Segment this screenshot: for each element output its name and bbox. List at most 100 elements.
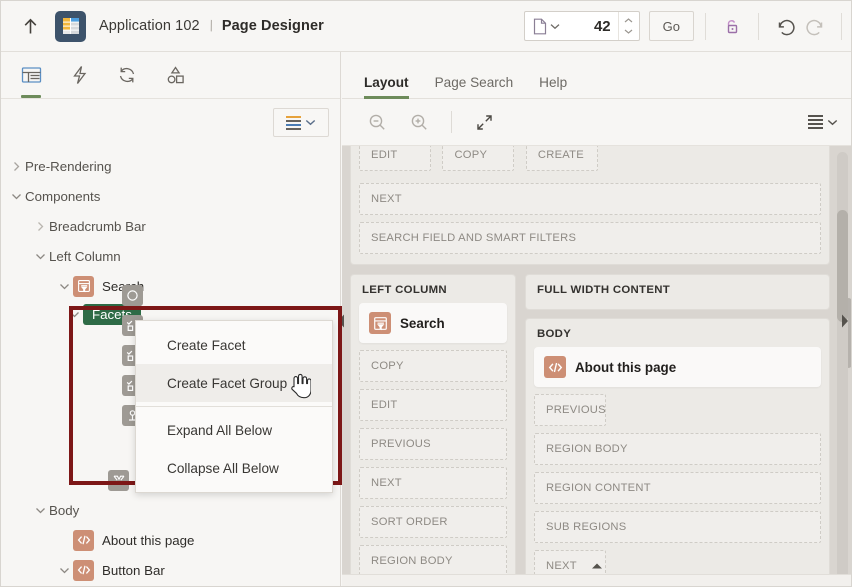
expand-diagonal-icon[interactable] [469,107,499,137]
redo-icon[interactable] [800,11,830,41]
tree-item-label: Components [25,188,101,204]
list-menu-icon [808,115,823,129]
tab-help[interactable]: Help [539,75,567,98]
page-designer-window: Application 102 \ Page Designer 42 Go Pr… [0,0,852,587]
top-toolbar-right: 42 Go [523,1,851,51]
layout-slot-region-body[interactable]: REGION BODY [534,433,821,465]
breadcrumb-application[interactable]: Application 102 [99,18,200,34]
application-grid-icon [55,10,86,42]
section-label-left-column: LEFT COLUMN [362,284,447,296]
collapse-right-icon[interactable] [840,313,850,334]
arrow-up-icon[interactable] [13,9,47,43]
tree-item-label: Pre-Rendering [25,158,112,174]
tree-item-button-bar[interactable]: Button Bar [1,555,340,585]
page-selector[interactable]: 42 [523,11,640,41]
left-column-group: LEFT COLUMN Search COPY EDIT PREVIOUS NE… [350,274,516,586]
layout-slot-sort-order[interactable]: SORT ORDER [359,506,507,538]
chevron-down-icon [550,23,560,29]
menu-item-create-facet[interactable]: Create Facet [136,326,332,364]
chevron-down-icon[interactable] [55,555,73,585]
chevron-down-icon[interactable] [55,271,73,301]
dynamic-actions-icon[interactable] [63,53,95,98]
breadcrumb: Application 102 \ Page Designer [99,17,324,35]
rendering-icon[interactable] [15,53,47,98]
chevron-down-icon[interactable] [7,181,25,211]
layout-slot-edit[interactable]: EDIT [359,389,507,421]
tree-item-label: About this page [102,532,195,548]
chevron-up-icon[interactable] [624,18,633,23]
layout-toolbar [342,99,851,146]
layout-options-button[interactable] [808,107,838,137]
layout-component-search[interactable]: Search [359,303,507,343]
processing-icon[interactable] [111,53,143,98]
tree-item-search[interactable]: Search [1,271,340,301]
layout-canvas[interactable]: EDIT COPY CREATE NEXT SEARCH FIELD AND S… [342,146,851,586]
layout-slot-sub-regions[interactable]: SUB REGIONS [534,511,821,543]
toolbar-divider [705,12,706,40]
zoom-in-icon[interactable] [404,107,434,137]
scroll-up-icon[interactable] [590,557,604,575]
chevron-right-icon[interactable] [31,211,49,241]
section-label-full-width-content: FULL WIDTH CONTENT [537,284,670,296]
layout-slot-next[interactable]: NEXT [359,183,821,215]
page-number-stepper[interactable] [617,12,639,40]
layout-right-column: FULL WIDTH CONTENT BODY About this page … [525,274,830,586]
menu-item-create-facet-group[interactable]: Create Facet Group [136,364,332,402]
collapse-left-icon[interactable] [336,313,346,334]
chevron-down-icon[interactable] [65,299,83,329]
layout-slot-copy[interactable]: COPY [359,350,507,382]
component-title: About this page [575,359,677,375]
layout-scrollbar-thumb[interactable] [837,210,848,322]
layout-slot-copy[interactable]: COPY [442,146,515,171]
search-region-icon [369,312,391,334]
tree-item-left-column[interactable]: Left Column [1,241,340,271]
layout-slot-create[interactable]: CREATE [525,146,598,171]
body-group: BODY About this page PREVIOUS REGION BOD… [525,318,830,586]
code-region-icon [544,356,566,378]
menu-separator [136,406,332,407]
tab-page-search[interactable]: Page Search [435,75,514,98]
zoom-out-icon[interactable] [362,107,392,137]
layout-slot-search-field-and-smart-filters[interactable]: SEARCH FIELD AND SMART FILTERS [359,222,821,254]
tree-item-body[interactable]: Body [1,495,340,525]
chevron-down-icon[interactable] [31,495,49,525]
code-region-icon [73,559,94,581]
layout-canvas-inner: EDIT COPY CREATE NEXT SEARCH FIELD AND S… [350,146,830,586]
layout-slot-previous[interactable]: PREVIOUS [534,394,606,426]
chevron-down-icon[interactable] [31,241,49,271]
tree-item-label: Left Column [49,248,121,264]
tree-item-about-this-page[interactable]: About this page [1,525,340,555]
menu-item-collapse-all-below[interactable]: Collapse All Below [136,449,332,487]
page-document-icon[interactable] [525,12,566,40]
rendering-tree-panel: Pre-Rendering Components Breadcrumb Bar [1,52,342,586]
shared-components-icon[interactable] [159,53,191,98]
unlock-icon[interactable] [717,11,747,41]
breadcrumb-separator: \ [206,17,216,35]
left-panel-icon-tabs [1,52,340,99]
facet-circle-icon [122,285,143,306]
layout-slot-previous[interactable]: PREVIOUS [359,428,507,460]
layout-slot-next[interactable]: NEXT [359,467,507,499]
tab-layout[interactable]: Layout [364,75,409,99]
search-region-icon [73,275,94,297]
tree-item-pre-rendering[interactable]: Pre-Rendering [1,151,340,181]
go-button[interactable]: Go [648,11,694,41]
tree-item-components[interactable]: Components [1,181,340,211]
layout-slot-region-body[interactable]: REGION BODY [359,545,507,577]
code-region-icon [73,529,94,551]
layout-component-about-this-page[interactable]: About this page [534,347,821,387]
page-item-icon [108,469,129,491]
chevron-down-icon[interactable] [624,29,633,34]
layout-vertical-scrollbar[interactable] [837,152,848,582]
chevron-right-icon[interactable] [7,151,25,181]
menu-item-expand-all-below[interactable]: Expand All Below [136,411,332,449]
layout-slot-edit[interactable]: EDIT [359,146,431,171]
tree-item-breadcrumb-bar[interactable]: Breadcrumb Bar [1,211,340,241]
chevron-down-icon [827,119,838,125]
layout-slot-region-content[interactable]: REGION CONTENT [534,472,821,504]
horizontal-scrollbar[interactable] [342,574,851,586]
component-title: Search [400,315,445,331]
page-number-input[interactable]: 42 [566,12,618,40]
undo-icon[interactable] [770,11,800,41]
layout-columns: LEFT COLUMN Search COPY EDIT PREVIOUS NE… [350,274,830,586]
